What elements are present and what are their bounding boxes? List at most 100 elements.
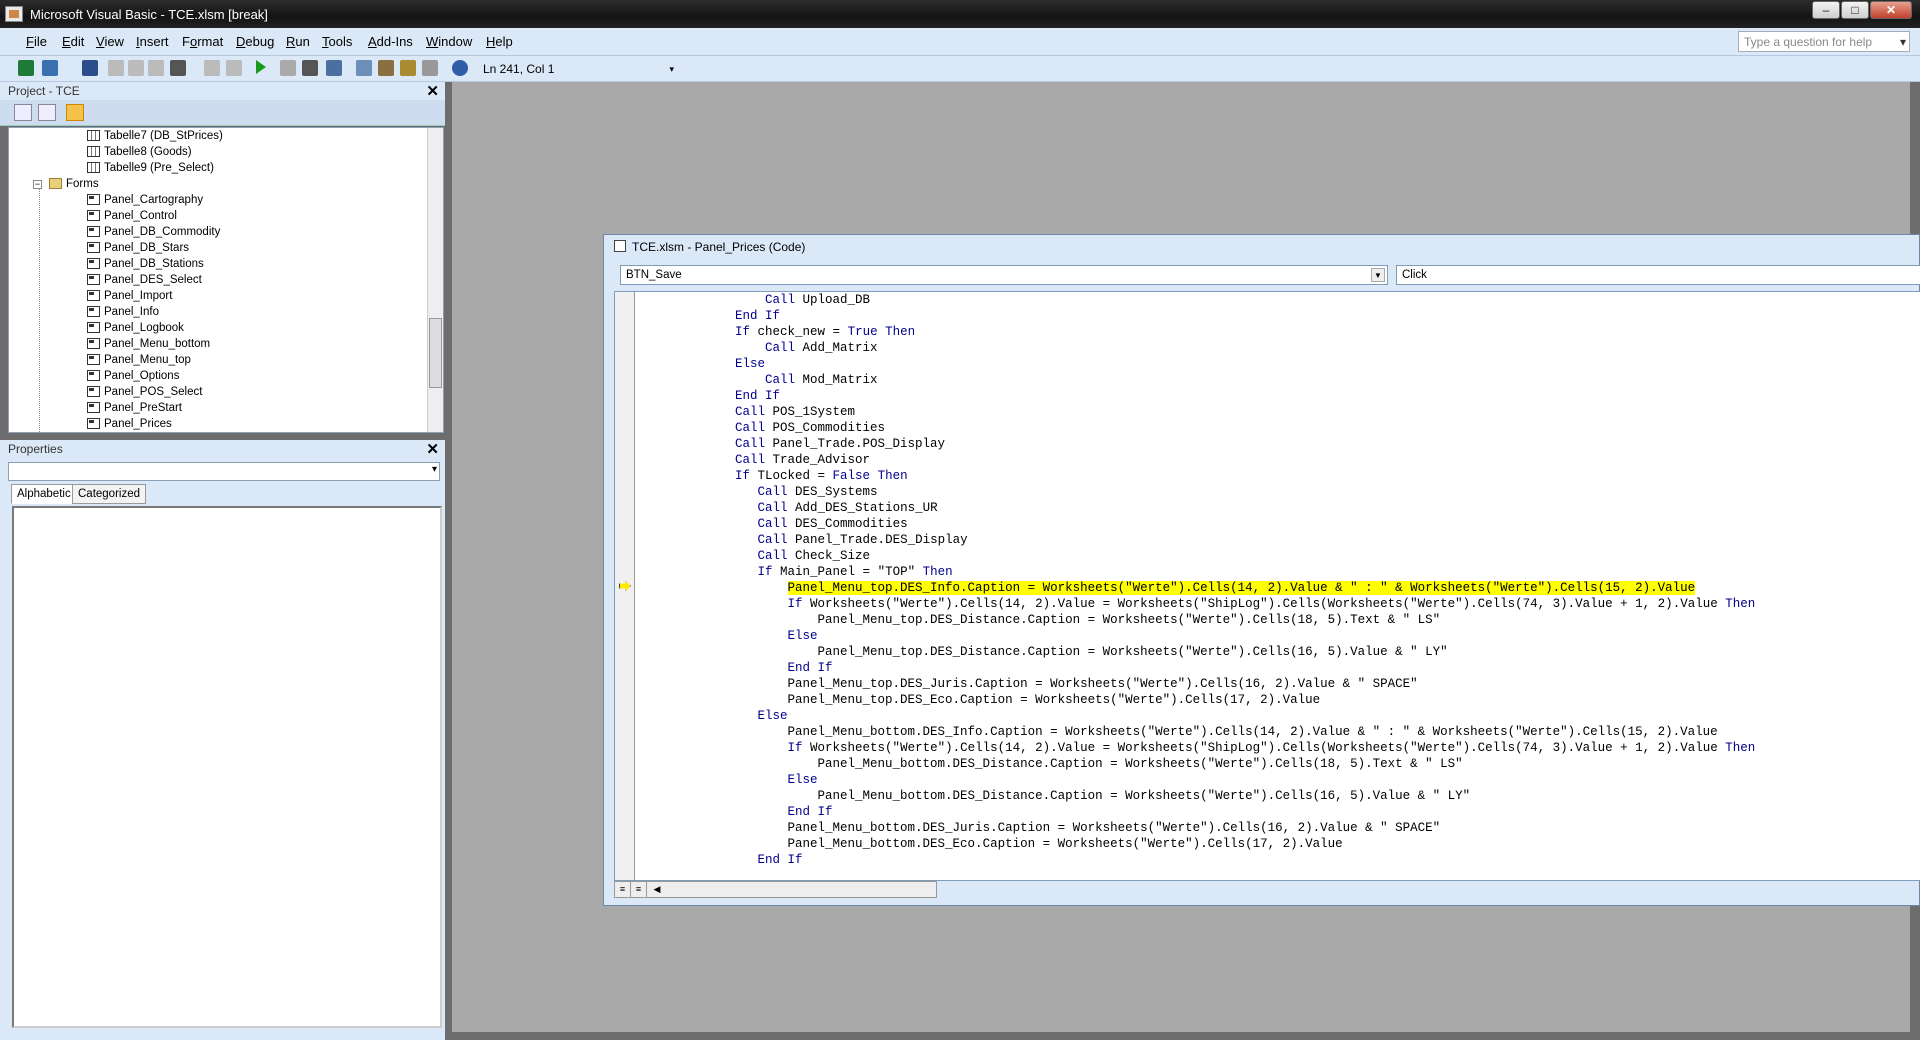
properties-window-icon[interactable]	[378, 60, 394, 76]
full-module-view-icon[interactable]: ≡	[631, 882, 647, 897]
code-line[interactable]: Call DES_Systems	[645, 484, 878, 500]
code-line[interactable]: Panel_Menu_bottom.DES_Distance.Caption =…	[645, 756, 1463, 772]
tree-item-tabelle9-pre-select[interactable]: Tabelle9 (Pre_Select)	[87, 162, 214, 178]
chevron-down-icon[interactable]: ▾	[432, 464, 437, 475]
scroll-left-icon[interactable]: ◀	[649, 882, 665, 897]
code-line[interactable]: Panel_Menu_top.DES_Juris.Caption = Works…	[645, 676, 1418, 692]
minimize-button[interactable]: –	[1812, 1, 1840, 19]
tree-item-panel-cartography[interactable]: Panel_Cartography	[87, 194, 203, 210]
tab-categorized[interactable]: Categorized	[72, 484, 147, 504]
menu-edit[interactable]: Edit	[62, 34, 84, 49]
help-icon[interactable]	[452, 60, 468, 76]
menu-insert[interactable]: Insert	[136, 34, 169, 49]
code-horizontal-scrollbar[interactable]: ≡ ≡ ◀	[614, 881, 937, 898]
run-icon[interactable]	[256, 60, 266, 74]
project-explorer-icon[interactable]	[356, 60, 372, 76]
code-line[interactable]: If Worksheets("Werte").Cells(14, 2).Valu…	[645, 740, 1756, 756]
toolbox-icon[interactable]	[422, 60, 438, 76]
menu-format[interactable]: Format	[182, 34, 223, 49]
view-code-icon[interactable]	[14, 104, 32, 121]
menu-help[interactable]: Help	[486, 34, 513, 49]
tree-item-forms[interactable]: − Forms	[33, 178, 99, 194]
copy-icon[interactable]	[128, 60, 144, 76]
code-line[interactable]: Panel_Menu_top.DES_Distance.Caption = Wo…	[645, 612, 1441, 628]
code-line[interactable]: Else	[645, 628, 818, 644]
close-button[interactable]: ✕	[1870, 1, 1912, 19]
cut-icon[interactable]	[108, 60, 124, 76]
code-line[interactable]: Else	[645, 708, 788, 724]
design-mode-icon[interactable]	[326, 60, 342, 76]
code-line[interactable]: Panel_Menu_bottom.DES_Distance.Caption =…	[645, 788, 1471, 804]
chevron-down-icon[interactable]: ▼	[1371, 268, 1385, 282]
code-line[interactable]: Panel_Menu_bottom.DES_Info.Caption = Wor…	[645, 724, 1718, 740]
break-icon[interactable]	[280, 60, 296, 76]
code-line[interactable]: End If	[645, 308, 780, 324]
tree-item-panel-pos-select[interactable]: Panel_POS_Select	[87, 386, 202, 402]
code-line[interactable]: Call Upload_DB	[645, 292, 870, 308]
redo-icon[interactable]	[226, 60, 242, 76]
breakpoint-margin[interactable]	[615, 292, 635, 880]
project-tree[interactable]: Tabelle7 (DB_StPrices) Tabelle8 (Goods) Ta…	[8, 127, 444, 433]
toggle-folders-icon[interactable]	[66, 104, 84, 121]
vba-app-icon[interactable]	[5, 6, 23, 22]
menu-run[interactable]: Run	[286, 34, 310, 49]
code-line[interactable]: Panel_Menu_top.DES_Eco.Caption = Workshe…	[645, 692, 1321, 708]
code-line[interactable]: Panel_Menu_top.DES_Distance.Caption = Wo…	[645, 644, 1448, 660]
tree-item-panel-db-stations[interactable]: Panel_DB_Stations	[87, 258, 204, 274]
menu-window[interactable]: Window	[426, 34, 472, 49]
undo-icon[interactable]	[204, 60, 220, 76]
code-line[interactable]: Call DES_Commodities	[645, 516, 908, 532]
close-icon[interactable]: ✕	[426, 440, 439, 458]
code-line[interactable]: Call POS_Commodities	[645, 420, 885, 436]
code-line[interactable]: Panel_Menu_bottom.DES_Juris.Caption = Wo…	[645, 820, 1441, 836]
code-line[interactable]: End If	[645, 388, 780, 404]
procedure-view-icon[interactable]: ≡	[615, 882, 631, 897]
save-icon[interactable]	[82, 60, 98, 76]
properties-list[interactable]	[12, 506, 442, 1028]
code-line[interactable]: Panel_Menu_bottom.DES_Eco.Caption = Work…	[645, 836, 1343, 852]
menu-file[interactable]: File	[26, 34, 47, 49]
menu-add-ins[interactable]: Add-Ins	[368, 34, 413, 49]
ask-question-input[interactable]: Type a question for help ▾	[1738, 31, 1910, 52]
collapse-toggle-icon[interactable]: −	[33, 180, 42, 189]
code-line[interactable]: Call Check_Size	[645, 548, 871, 564]
code-line[interactable]: Call Add_Matrix	[645, 340, 878, 356]
tree-item-panel-import[interactable]: Panel_Import	[87, 290, 172, 306]
tree-item-tabelle7-db-stprices[interactable]: Tabelle7 (DB_StPrices)	[87, 130, 223, 146]
tree-item-panel-menu-bottom[interactable]: Panel_Menu_bottom	[87, 338, 210, 354]
paste-icon[interactable]	[148, 60, 164, 76]
find-icon[interactable]	[170, 60, 186, 76]
code-line[interactable]: Else	[645, 356, 765, 372]
maximize-button[interactable]: □	[1841, 1, 1869, 19]
code-line[interactable]: Else	[645, 772, 818, 788]
dropdown-arrow-icon[interactable]: ▾	[1900, 35, 1906, 49]
tree-item-panel-des-select[interactable]: Panel_DES_Select	[87, 274, 202, 290]
tree-item-panel-control[interactable]: Panel_Control	[87, 210, 177, 226]
code-line[interactable]: Call Panel_Trade.DES_Display	[645, 532, 968, 548]
tree-item-panel-prices[interactable]: Panel_Prices	[87, 418, 172, 432]
code-line[interactable]: Call Mod_Matrix	[645, 372, 878, 388]
code-line[interactable]: Call Add_DES_Stations_UR	[645, 500, 938, 516]
tab-alphabetic[interactable]: Alphabetic	[11, 484, 77, 504]
code-line[interactable]: End If	[645, 804, 833, 820]
view-object-icon[interactable]	[38, 104, 56, 121]
tree-item-panel-menu-top[interactable]: Panel_Menu_top	[87, 354, 191, 370]
code-line[interactable]: End If	[645, 852, 803, 868]
code-line[interactable]: Call POS_1System	[645, 404, 855, 420]
tree-item-panel-prestart[interactable]: Panel_PreStart	[87, 402, 182, 418]
code-line[interactable]: If check_new = True Then	[645, 324, 915, 340]
procedure-dropdown[interactable]: Click	[1396, 265, 1920, 285]
object-selector[interactable]: ▾	[8, 462, 440, 481]
code-line[interactable]: If Worksheets("Werte").Cells(14, 2).Valu…	[645, 596, 1756, 612]
tree-item-panel-logbook[interactable]: Panel_Logbook	[87, 322, 184, 338]
code-line[interactable]: End If	[645, 660, 833, 676]
project-tree-scrollbar[interactable]	[427, 128, 443, 432]
reset-icon[interactable]	[302, 60, 318, 76]
menu-tools[interactable]: Tools	[322, 34, 352, 49]
tree-item-panel-db-stars[interactable]: Panel_DB_Stars	[87, 242, 189, 258]
menu-debug[interactable]: Debug	[236, 34, 274, 49]
code-editor[interactable]: Call Upload_DB End If If check_new = Tru…	[614, 291, 1920, 881]
code-line[interactable]: Call Panel_Trade.POS_Display	[645, 436, 945, 452]
insert-userform-icon[interactable]	[42, 60, 58, 76]
tree-item-panel-info[interactable]: Panel_Info	[87, 306, 159, 322]
